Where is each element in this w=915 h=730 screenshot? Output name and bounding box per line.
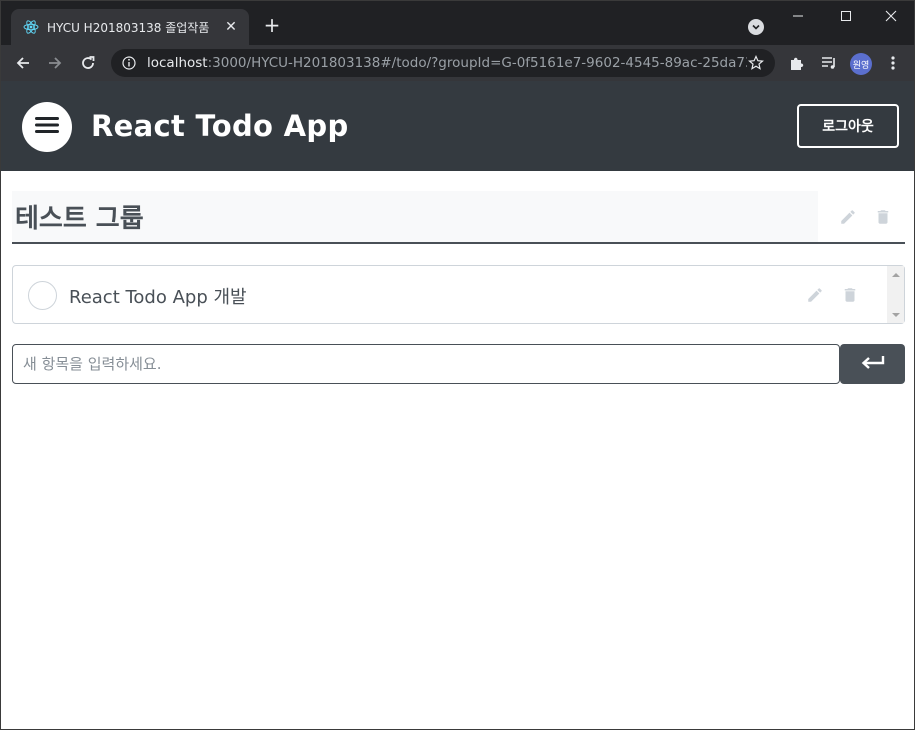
minimize-icon[interactable] [775, 1, 821, 31]
browser-tab[interactable]: HYCU H201803138 졸업작품 ✕ [11, 9, 249, 45]
browser-window: HYCU H201803138 졸업작품 ✕ + localhost:3000/… [0, 0, 915, 730]
trash-icon[interactable] [871, 205, 895, 229]
url-text: localhost:3000/HYCU-H201803138#/todo/?gr… [147, 55, 747, 71]
url-path: :3000/HYCU-H201803138#/todo/?groupId=G-0… [207, 55, 747, 71]
avatar[interactable]: 원영 [850, 53, 872, 75]
trash-icon[interactable] [838, 283, 862, 307]
more-icon[interactable] [881, 51, 905, 75]
address-bar[interactable]: localhost:3000/HYCU-H201803138#/todo/?gr… [111, 49, 775, 77]
app-header: React Todo App 로그아웃 [1, 81, 914, 171]
group-title-field[interactable]: 테스트 그룹 [12, 191, 818, 242]
group-header: 테스트 그룹 [12, 191, 905, 244]
group-title: 테스트 그룹 [15, 204, 144, 234]
star-icon[interactable] [747, 54, 765, 72]
window-close-icon[interactable] [868, 1, 914, 31]
maximize-icon[interactable] [823, 1, 869, 31]
logout-button[interactable]: 로그아웃 [797, 104, 899, 148]
react-favicon-icon [23, 19, 39, 35]
info-icon[interactable] [121, 55, 137, 71]
pencil-icon[interactable] [836, 205, 860, 229]
app-title: React Todo App [91, 109, 349, 143]
plus-icon[interactable]: + [261, 15, 283, 37]
extensions-icon[interactable] [785, 51, 809, 75]
list-item: React Todo App 개발 [13, 266, 887, 323]
scrollbar[interactable] [887, 266, 904, 323]
reload-icon[interactable] [76, 51, 100, 75]
new-item-input[interactable] [12, 344, 840, 384]
forward-icon[interactable] [43, 51, 67, 75]
submit-button[interactable] [840, 344, 905, 384]
browser-toolbar: localhost:3000/HYCU-H201803138#/todo/?gr… [1, 45, 914, 81]
reading-list-icon[interactable] [817, 51, 841, 75]
close-icon[interactable]: ✕ [223, 19, 239, 35]
tab-search-icon[interactable] [748, 19, 764, 35]
todo-checkbox[interactable] [28, 281, 57, 310]
todo-text: React Todo App 개발 [69, 287, 247, 308]
hamburger-icon [35, 115, 59, 139]
enter-icon [860, 355, 886, 374]
title-bar: HYCU H201803138 졸업작품 ✕ + [1, 1, 914, 45]
todo-list: React Todo App 개발 [12, 265, 905, 324]
scroll-down-icon[interactable] [887, 306, 904, 323]
back-icon[interactable] [11, 51, 35, 75]
scroll-up-icon[interactable] [887, 266, 904, 283]
tab-title: HYCU H201803138 졸업작품 [47, 20, 210, 35]
url-host: localhost [147, 55, 208, 71]
menu-button[interactable] [22, 102, 72, 152]
pencil-icon[interactable] [803, 283, 827, 307]
